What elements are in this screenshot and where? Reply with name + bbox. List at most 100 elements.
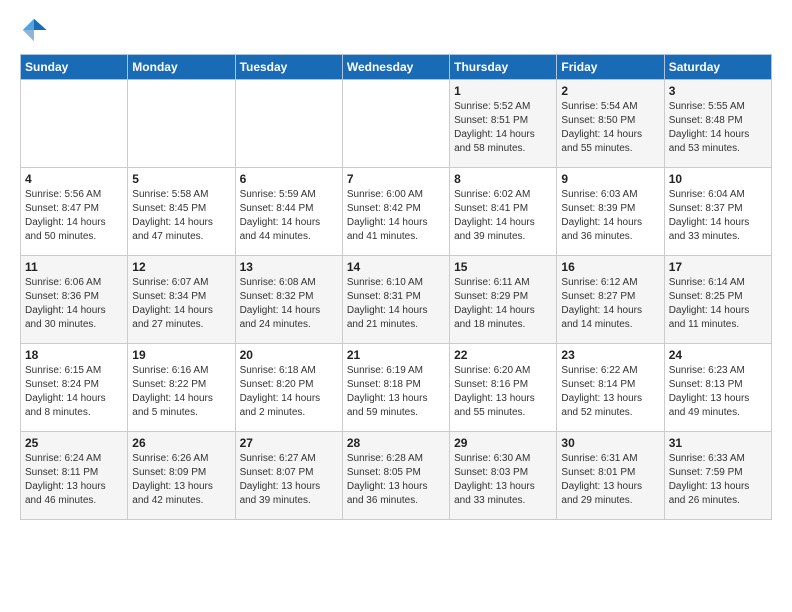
day-info: Sunrise: 6:06 AM Sunset: 8:36 PM Dayligh…	[25, 276, 123, 332]
calendar-cell: 24 Sunrise: 6:23 AM Sunset: 8:13 PM Dayli…	[664, 344, 771, 432]
day-info: Sunrise: 6:26 AM Sunset: 8:09 PM Dayligh…	[132, 452, 230, 508]
day-number: 27	[240, 436, 338, 450]
day-info: Sunrise: 6:24 AM Sunset: 8:11 PM Dayligh…	[25, 452, 123, 508]
day-info: Sunrise: 6:20 AM Sunset: 8:16 PM Dayligh…	[454, 364, 552, 420]
calendar-cell: 28Sunrise: 6:28 AM Sunset: 8:05 PM Dayli…	[342, 432, 449, 520]
day-number: 10	[669, 172, 767, 186]
week-row-2: 4Sunrise: 5:56 AM Sunset: 8:47 PM Daylig…	[21, 168, 772, 256]
day-number: 15	[454, 260, 552, 274]
day-number: 14	[347, 260, 445, 274]
weekday-thursday: Thursday	[450, 55, 557, 80]
day-info: Sunrise: 5:59 AM Sunset: 8:44 PM Dayligh…	[240, 188, 338, 244]
day-info: Sunrise: 6:18 AM Sunset: 8:20 PM Dayligh…	[240, 364, 338, 420]
weekday-saturday: Saturday	[664, 55, 771, 80]
calendar-cell: 4Sunrise: 5:56 AM Sunset: 8:47 PM Daylig…	[21, 168, 128, 256]
day-info: Sunrise: 6:33 AM Sunset: 7:59 PM Dayligh…	[669, 452, 767, 508]
weekday-friday: Friday	[557, 55, 664, 80]
calendar-cell: 16 Sunrise: 6:12 AM Sunset: 8:27 PM Dayli…	[557, 256, 664, 344]
day-number: 26	[132, 436, 230, 450]
day-info: Sunrise: 6:31 AM Sunset: 8:01 PM Dayligh…	[561, 452, 659, 508]
day-info: Sunrise: 6:03 AM Sunset: 8:39 PM Dayligh…	[561, 188, 659, 244]
day-number: 18	[25, 348, 123, 362]
day-number: 19	[132, 348, 230, 362]
day-number: 16	[561, 260, 659, 274]
day-info: Sunrise: 5:54 AM Sunset: 8:50 PM Dayligh…	[561, 100, 659, 156]
weekday-wednesday: Wednesday	[342, 55, 449, 80]
day-info: Sunrise: 6:07 AM Sunset: 8:34 PM Dayligh…	[132, 276, 230, 332]
day-info: Sunrise: 6:30 AM Sunset: 8:03 PM Dayligh…	[454, 452, 552, 508]
calendar-cell: 2Sunrise: 5:54 AM Sunset: 8:50 PM Daylig…	[557, 80, 664, 168]
calendar-cell: 21Sunrise: 6:19 AM Sunset: 8:18 PM Dayli…	[342, 344, 449, 432]
day-info: Sunrise: 6:11 AM Sunset: 8:29 PM Dayligh…	[454, 276, 552, 332]
week-row-5: 25 Sunrise: 6:24 AM Sunset: 8:11 PM Dayli…	[21, 432, 772, 520]
day-number: 30	[561, 436, 659, 450]
calendar-cell: 14 Sunrise: 6:10 AM Sunset: 8:31 PM Dayli…	[342, 256, 449, 344]
calendar-cell: 26 Sunrise: 6:26 AM Sunset: 8:09 PM Dayli…	[128, 432, 235, 520]
day-number: 3	[669, 84, 767, 98]
calendar-cell: 20 Sunrise: 6:18 AM Sunset: 8:20 PM Dayli…	[235, 344, 342, 432]
calendar-cell: 10 Sunrise: 6:04 AM Sunset: 8:37 PM Dayli…	[664, 168, 771, 256]
day-number: 31	[669, 436, 767, 450]
day-info: Sunrise: 6:04 AM Sunset: 8:37 PM Dayligh…	[669, 188, 767, 244]
day-number: 24	[669, 348, 767, 362]
calendar-cell: 27 Sunrise: 6:27 AM Sunset: 8:07 PM Dayli…	[235, 432, 342, 520]
calendar-cell: 11 Sunrise: 6:06 AM Sunset: 8:36 PM Dayli…	[21, 256, 128, 344]
calendar-cell: 23 Sunrise: 6:22 AM Sunset: 8:14 PM Dayli…	[557, 344, 664, 432]
day-info: Sunrise: 6:28 AM Sunset: 8:05 PM Dayligh…	[347, 452, 445, 508]
day-number: 9	[561, 172, 659, 186]
calendar-cell: 1Sunrise: 5:52 AM Sunset: 8:51 PM Daylig…	[450, 80, 557, 168]
calendar-cell: 15 Sunrise: 6:11 AM Sunset: 8:29 PM Dayli…	[450, 256, 557, 344]
calendar-cell: 3 Sunrise: 5:55 AM Sunset: 8:48 PM Daylig…	[664, 80, 771, 168]
calendar-body: 1Sunrise: 5:52 AM Sunset: 8:51 PM Daylig…	[21, 80, 772, 520]
day-number: 23	[561, 348, 659, 362]
day-number: 6	[240, 172, 338, 186]
day-info: Sunrise: 6:12 AM Sunset: 8:27 PM Dayligh…	[561, 276, 659, 332]
calendar-table: SundayMondayTuesdayWednesdayThursdayFrid…	[20, 54, 772, 520]
calendar-cell: 8 Sunrise: 6:02 AM Sunset: 8:41 PM Daylig…	[450, 168, 557, 256]
day-number: 25	[25, 436, 123, 450]
day-info: Sunrise: 5:52 AM Sunset: 8:51 PM Dayligh…	[454, 100, 552, 156]
calendar-cell: 19Sunrise: 6:16 AM Sunset: 8:22 PM Dayli…	[128, 344, 235, 432]
week-row-3: 11 Sunrise: 6:06 AM Sunset: 8:36 PM Dayli…	[21, 256, 772, 344]
day-number: 13	[240, 260, 338, 274]
day-number: 8	[454, 172, 552, 186]
calendar-cell: 6 Sunrise: 5:59 AM Sunset: 8:44 PM Daylig…	[235, 168, 342, 256]
calendar-cell: 7Sunrise: 6:00 AM Sunset: 8:42 PM Daylig…	[342, 168, 449, 256]
day-number: 17	[669, 260, 767, 274]
logo	[20, 16, 52, 44]
day-number: 5	[132, 172, 230, 186]
calendar-cell: 22 Sunrise: 6:20 AM Sunset: 8:16 PM Dayli…	[450, 344, 557, 432]
calendar-cell: 29 Sunrise: 6:30 AM Sunset: 8:03 PM Dayli…	[450, 432, 557, 520]
calendar-cell: 13 Sunrise: 6:08 AM Sunset: 8:32 PM Dayli…	[235, 256, 342, 344]
day-number: 20	[240, 348, 338, 362]
day-info: Sunrise: 6:10 AM Sunset: 8:31 PM Dayligh…	[347, 276, 445, 332]
day-info: Sunrise: 6:08 AM Sunset: 8:32 PM Dayligh…	[240, 276, 338, 332]
calendar-cell	[342, 80, 449, 168]
day-number: 11	[25, 260, 123, 274]
day-info: Sunrise: 6:23 AM Sunset: 8:13 PM Dayligh…	[669, 364, 767, 420]
day-info: Sunrise: 6:02 AM Sunset: 8:41 PM Dayligh…	[454, 188, 552, 244]
day-info: Sunrise: 6:19 AM Sunset: 8:18 PM Dayligh…	[347, 364, 445, 420]
day-number: 7	[347, 172, 445, 186]
day-info: Sunrise: 6:27 AM Sunset: 8:07 PM Dayligh…	[240, 452, 338, 508]
calendar-cell	[235, 80, 342, 168]
calendar-header: SundayMondayTuesdayWednesdayThursdayFrid…	[21, 55, 772, 80]
day-info: Sunrise: 6:15 AM Sunset: 8:24 PM Dayligh…	[25, 364, 123, 420]
day-info: Sunrise: 5:55 AM Sunset: 8:48 PM Dayligh…	[669, 100, 767, 156]
header	[20, 16, 772, 44]
calendar-cell: 25 Sunrise: 6:24 AM Sunset: 8:11 PM Dayli…	[21, 432, 128, 520]
day-info: Sunrise: 6:14 AM Sunset: 8:25 PM Dayligh…	[669, 276, 767, 332]
calendar-cell: 31 Sunrise: 6:33 AM Sunset: 7:59 PM Dayli…	[664, 432, 771, 520]
calendar-cell: 17 Sunrise: 6:14 AM Sunset: 8:25 PM Dayli…	[664, 256, 771, 344]
calendar-cell: 5Sunrise: 5:58 AM Sunset: 8:45 PM Daylig…	[128, 168, 235, 256]
day-number: 22	[454, 348, 552, 362]
day-number: 12	[132, 260, 230, 274]
day-info: Sunrise: 6:22 AM Sunset: 8:14 PM Dayligh…	[561, 364, 659, 420]
page: SundayMondayTuesdayWednesdayThursdayFrid…	[0, 0, 792, 612]
weekday-tuesday: Tuesday	[235, 55, 342, 80]
calendar-cell: 9 Sunrise: 6:03 AM Sunset: 8:39 PM Daylig…	[557, 168, 664, 256]
day-info: Sunrise: 5:56 AM Sunset: 8:47 PM Dayligh…	[25, 188, 123, 244]
week-row-1: 1Sunrise: 5:52 AM Sunset: 8:51 PM Daylig…	[21, 80, 772, 168]
weekday-header-row: SundayMondayTuesdayWednesdayThursdayFrid…	[21, 55, 772, 80]
day-number: 29	[454, 436, 552, 450]
